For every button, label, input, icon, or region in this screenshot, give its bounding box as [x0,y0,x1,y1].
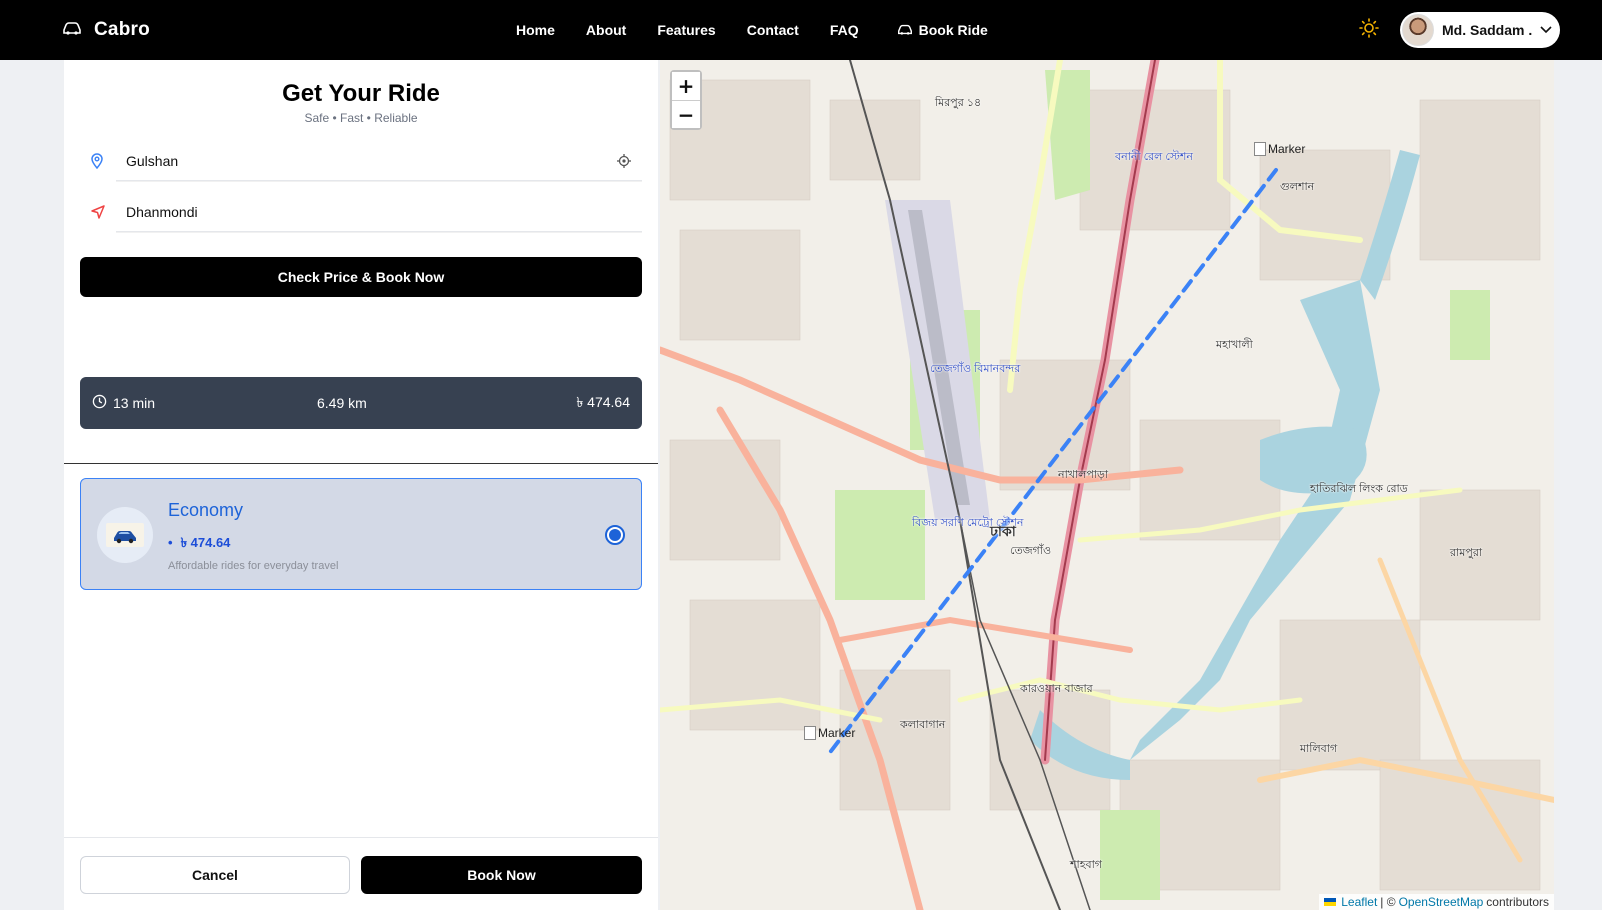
nav-right: Md. Saddam ... [1352,0,1560,60]
zoom-out-button[interactable]: − [672,100,700,128]
brand-name: Cabro [94,19,150,40]
ride-radio[interactable] [605,525,625,545]
ride-name: Economy [168,500,244,520]
avatar [1402,14,1434,46]
dropoff-row [80,191,642,233]
map-label: তেজগাঁও বিমানবন্দর [930,363,1021,375]
nav-links: Home About Features Contact FAQ Book Rid… [516,0,1019,60]
pickup-input[interactable] [116,141,642,181]
end-marker-label: Marker [818,726,856,740]
distance-value: 6.49 km [317,395,367,411]
nav-faq[interactable]: FAQ [830,22,859,38]
ride-panel: Get Your Ride Safe • Fast • Reliable Che… [64,60,658,910]
zoom-control: + − [670,70,702,130]
check-price-button[interactable]: Check Price & Book Now [80,257,642,297]
divider [64,463,658,464]
nav-about[interactable]: About [586,22,626,38]
clock-icon [92,394,107,412]
ride-price-row: • ৳ 474.64 [168,534,230,555]
nav-features[interactable]: Features [657,22,715,38]
trip-duration: 13 min [92,394,317,412]
pickup-row [80,140,642,182]
book-now-button[interactable]: Book Now [361,856,642,894]
navigation-arrow-icon [80,204,116,220]
ride-description: Affordable rides for everyday travel [168,560,339,572]
map-label: কলাবাগান [900,719,946,731]
ukraine-flag-icon [1324,898,1337,906]
cancel-button[interactable]: Cancel [80,856,350,894]
map-label: গুলশান [1280,181,1315,193]
page-subtitle: Safe • Fast • Reliable [304,111,418,125]
ride-price-bullet: • [168,535,173,550]
map-label: বনানী রেল স্টেশন [1115,151,1193,163]
map-label: নাখালপাড়া [1058,469,1109,481]
map-label: তেজগাঁও [1010,545,1052,557]
ride-option-economy[interactable]: Economy • ৳ 474.64 Affordable rides for e… [80,478,642,590]
start-marker-label: Marker [1268,142,1306,156]
map-label: হাতিরঝিল লিংক রোড [1310,483,1408,495]
map-label: ঢাকা [990,523,1016,539]
marker-icon [804,726,816,740]
leaflet-link[interactable]: Leaflet [1341,895,1377,909]
car-icon [62,21,82,40]
sun-icon [1359,17,1379,43]
car-icon [897,22,913,38]
navbar: Cabro Home About Features Contact FAQ Bo… [0,0,1602,60]
map[interactable]: + − Marker Marker মিরপুর ১৪ বনানী রেল স্… [660,60,1554,910]
theme-toggle-button[interactable] [1352,13,1386,47]
map-tiles [660,60,1554,910]
start-marker[interactable]: Marker [1254,142,1305,156]
zoom-in-button[interactable]: + [672,72,700,100]
map-attribution: Leaflet | © OpenStreetMap contributors [1319,894,1554,910]
crosshair-icon[interactable] [616,153,632,174]
chevron-down-icon [1540,21,1552,39]
map-label: রামপুরা [1450,547,1483,559]
map-label: মালিবাগ [1300,743,1338,755]
map-label: শাহবাগ [1070,859,1102,871]
ride-price: ৳ 474.64 [180,535,231,550]
map-pin-icon [80,153,116,169]
trip-summary: 13 min 6.49 km ৳ 474.64 [80,377,642,429]
page-title: Get Your Ride [282,80,440,107]
map-label: কারওয়ান বাজার [1020,683,1093,695]
attribution-tail: contributors [1486,895,1549,909]
marker-icon [1254,142,1266,156]
map-label: মহাখালী [1216,339,1253,351]
user-menu-button[interactable]: Md. Saddam ... [1400,12,1560,48]
nav-contact[interactable]: Contact [747,22,799,38]
attribution-separator: | © [1380,895,1396,909]
price-value: ৳ 474.64 [576,394,630,410]
nav-book-ride-label: Book Ride [918,22,988,38]
nav-book-ride[interactable]: Book Ride [897,22,988,38]
action-bar: Cancel Book Now [64,837,658,910]
duration-value: 13 min [113,395,156,411]
end-marker[interactable]: Marker [804,726,855,740]
dropoff-input[interactable] [116,192,642,232]
nav-home[interactable]: Home [516,22,555,38]
radio-selected-dot [609,529,621,541]
ride-car-icon [97,507,153,563]
map-label: মিরপুর ১৪ [935,97,982,109]
user-name: Md. Saddam ... [1442,22,1532,38]
brand[interactable]: Cabro [62,0,150,60]
osm-link[interactable]: OpenStreetMap [1399,895,1484,909]
